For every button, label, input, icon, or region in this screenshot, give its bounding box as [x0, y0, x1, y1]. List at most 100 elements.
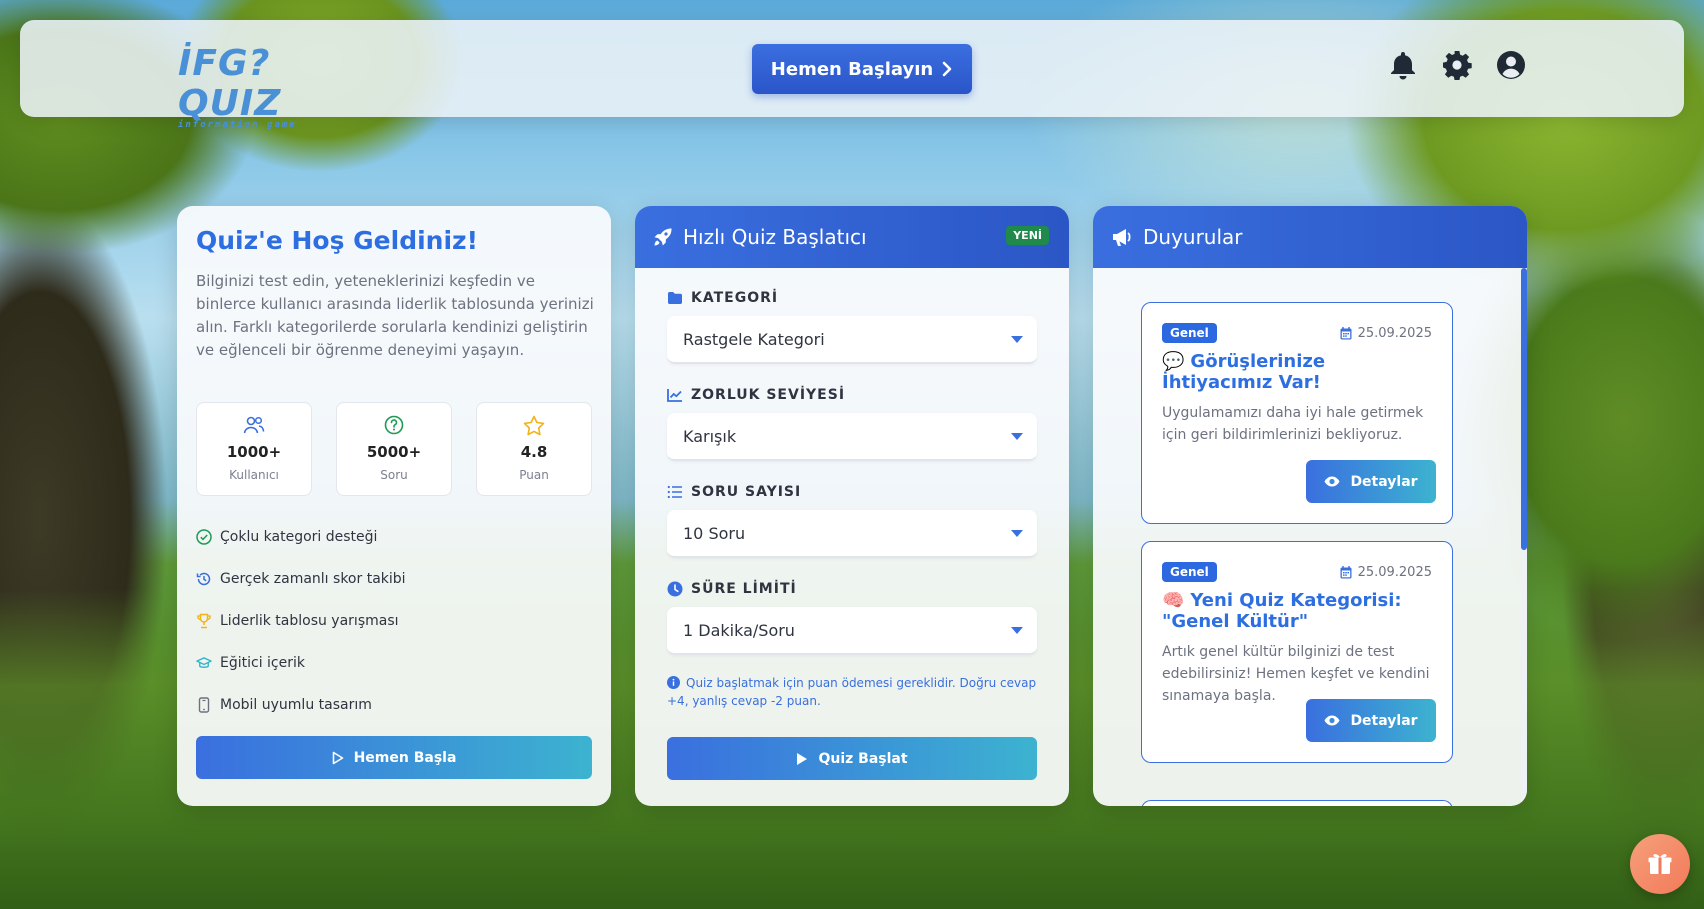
announcements-card: Duyurular Genel 25.09.2025 💬 Görüşleriniz…	[1093, 206, 1527, 806]
question-count-select[interactable]: 10 Soru	[667, 510, 1037, 558]
time-limit-select[interactable]: 1 Dakika/Soru	[667, 607, 1037, 655]
mobile-icon	[196, 696, 212, 714]
folder-icon	[668, 292, 682, 304]
question-count-field: SORU SAYISI 10 Soru	[667, 482, 1037, 558]
feature-item: Mobil uyumlu tasarım	[196, 684, 406, 726]
stat-label: Puan	[519, 468, 549, 482]
stats-row: 1000+ Kullanıcı 5000+ Soru 4.8 Puan	[196, 402, 592, 496]
welcome-title: Quiz'e Hoş Geldiniz!	[196, 226, 478, 255]
time-limit-value: 1 Dakika/Soru	[683, 620, 795, 640]
announcement-item-partial	[1141, 800, 1453, 806]
user-circle-icon[interactable]	[1496, 48, 1526, 82]
top-navbar: İFG?QUIZ information game Hemen Başlayın	[20, 20, 1684, 131]
gift-icon	[1648, 854, 1672, 874]
list-icon	[667, 485, 682, 499]
details-label: Detaylar	[1350, 712, 1418, 729]
check-circle-icon	[196, 528, 212, 546]
announcement-item: Genel 25.09.2025 💬 Görüşlerinize İhtiyacı…	[1141, 302, 1453, 524]
info-note: Quiz başlatmak için puan ödemesi gerekli…	[667, 674, 1037, 710]
welcome-description: Bilginizi test edin, yeteneklerinizi keş…	[196, 272, 594, 359]
feature-item: Çoklu kategori desteği	[196, 516, 406, 558]
gift-button[interactable]	[1630, 834, 1690, 894]
stat-users: 1000+ Kullanıcı	[196, 402, 312, 496]
users-icon	[197, 413, 311, 437]
gear-icon[interactable]	[1442, 48, 1472, 82]
category-label: KATEGORİ	[667, 288, 1037, 308]
difficulty-label: ZORLUK SEVİYESİ	[667, 385, 1037, 405]
question-count-value: 10 Soru	[683, 523, 746, 543]
stat-value: 4.8	[520, 443, 548, 461]
quick-quiz-card: Hızlı Quiz Başlatıcı YENİ KATEGORİ Rastg…	[635, 206, 1069, 806]
trophy-icon	[196, 612, 212, 630]
chart-line-icon	[667, 389, 682, 402]
calendar-icon	[1340, 326, 1352, 339]
announcement-item: Genel 25.09.2025 🧠 Yeni Quiz Kategorisi: …	[1141, 541, 1453, 763]
announcement-title-text: Yeni Quiz Kategorisi: "Genel Kültür"	[1162, 590, 1402, 632]
info-note-text: Quiz başlatmak için puan ödemesi gerekli…	[667, 676, 1037, 708]
time-limit-label-text: SÜRE LİMİTİ	[691, 581, 797, 597]
details-button[interactable]: Detaylar	[1306, 460, 1436, 503]
caret-down-icon	[1011, 529, 1023, 537]
caret-down-icon	[1011, 335, 1023, 343]
get-started-label: Hemen Başlayın	[770, 58, 934, 80]
logo[interactable]: İFG?QUIZ information game	[178, 44, 328, 131]
calendar-icon	[1340, 565, 1352, 578]
feature-label: Liderlik tablosu yarışması	[220, 613, 399, 629]
start-quiz-button[interactable]: Quiz Başlat	[667, 737, 1037, 780]
welcome-card: Quiz'e Hoş Geldiniz! Bilginizi test edin…	[177, 206, 611, 806]
quick-quiz-title: Hızlı Quiz Başlatıcı	[683, 225, 867, 249]
bell-icon[interactable]	[1388, 48, 1418, 82]
stat-questions: 5000+ Soru	[336, 402, 452, 496]
announcement-date-text: 25.09.2025	[1357, 325, 1432, 341]
feature-item: Liderlik tablosu yarışması	[196, 600, 406, 642]
announcements-header: Duyurular	[1093, 206, 1527, 268]
details-label: Detaylar	[1350, 473, 1418, 490]
caret-down-icon	[1011, 626, 1023, 634]
difficulty-value: Karışık	[683, 426, 737, 446]
info-circle-icon	[667, 676, 680, 689]
brain-icon: 🧠	[1162, 590, 1185, 611]
logo-main-text: İFG?QUIZ	[178, 43, 282, 124]
rocket-icon	[654, 228, 672, 246]
speech-bubble-icon: 💬	[1162, 351, 1185, 372]
category-select[interactable]: Rastgele Kategori	[667, 316, 1037, 364]
announcement-date: 25.09.2025	[1340, 565, 1432, 580]
difficulty-select[interactable]: Karışık	[667, 413, 1037, 461]
stat-rating: 4.8 Puan	[476, 402, 592, 496]
play-icon	[797, 752, 808, 765]
announcement-text: Artık genel kültür bilginizi de test ede…	[1162, 644, 1430, 704]
feature-label: Çoklu kategori desteği	[220, 529, 378, 545]
start-now-button[interactable]: Hemen Başla	[196, 736, 592, 779]
question-count-label: SORU SAYISI	[667, 482, 1037, 502]
start-now-label: Hemen Başla	[353, 749, 457, 766]
new-badge: YENİ	[1006, 226, 1049, 245]
feature-item: Gerçek zamanlı skor takibi	[196, 558, 406, 600]
details-button[interactable]: Detaylar	[1306, 699, 1436, 742]
announcements-title: Duyurular	[1143, 225, 1243, 249]
graduation-cap-icon	[196, 654, 212, 672]
start-quiz-label: Quiz Başlat	[818, 750, 908, 767]
question-count-label-text: SORU SAYISI	[691, 484, 802, 500]
feature-label: Mobil uyumlu tasarım	[220, 697, 372, 713]
quick-quiz-header: Hızlı Quiz Başlatıcı YENİ	[635, 206, 1069, 268]
feature-item: Eğitici içerik	[196, 642, 406, 684]
category-label-text: KATEGORİ	[691, 290, 779, 306]
get-started-button[interactable]: Hemen Başlayın	[752, 44, 972, 94]
announcement-title-text: Görüşlerinize İhtiyacımız Var!	[1162, 351, 1326, 393]
caret-down-icon	[1011, 432, 1023, 440]
announcement-title[interactable]: 💬 Görüşlerinize İhtiyacımız Var!	[1162, 351, 1432, 393]
feature-list: Çoklu kategori desteği Gerçek zamanlı sk…	[196, 516, 406, 726]
announcement-title[interactable]: 🧠 Yeni Quiz Kategorisi: "Genel Kültür"	[1162, 590, 1432, 632]
announcement-text: Uygulamamızı daha iyi hale getirmek için…	[1162, 405, 1424, 443]
stat-label: Soru	[380, 468, 408, 482]
clock-icon	[667, 581, 683, 597]
stat-value: 1000+	[226, 443, 282, 461]
scrollbar-thumb[interactable]	[1521, 268, 1527, 550]
announcement-date-text: 25.09.2025	[1357, 564, 1432, 580]
difficulty-field: ZORLUK SEVİYESİ Karışık	[667, 385, 1037, 461]
feature-label: Eğitici içerik	[220, 655, 305, 671]
stat-value: 5000+	[366, 443, 422, 461]
eye-icon	[1324, 715, 1340, 726]
chevron-right-icon	[942, 61, 952, 77]
time-limit-label: SÜRE LİMİTİ	[667, 579, 1037, 599]
